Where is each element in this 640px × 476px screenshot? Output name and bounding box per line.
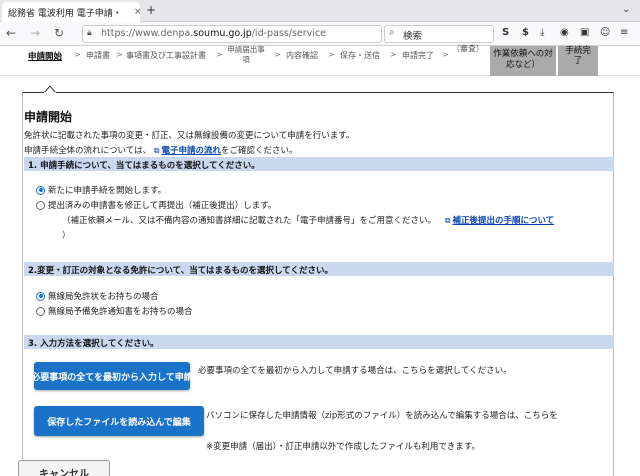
step-item: 申請書 — [86, 51, 110, 60]
radio-label: 無線局予備免許通知書をお持ちの場合 — [48, 307, 193, 317]
step-arrow: > — [390, 50, 397, 59]
new-tab-icon[interactable]: + — [146, 3, 156, 17]
radio-label: 新たに申請手続を開始します。 — [48, 186, 167, 196]
load-saved-file-note: ※変更申請（届出）・訂正申請以外で作成したファイルも利用できます。 — [206, 442, 481, 452]
step-item: 保存・送信 — [340, 51, 380, 60]
flow-suffix: をご確認ください。 — [221, 146, 298, 156]
reload-icon[interactable]: ↻ — [54, 26, 64, 40]
load-saved-file-desc: パソコンに保存した申請情報（zip形式のファイル）を読み込んで編集する場合は、こ… — [206, 411, 558, 421]
dollar-extension-icon[interactable]: $ — [522, 27, 529, 38]
frame-pointer — [44, 86, 56, 93]
step-arrow: > — [74, 50, 81, 59]
address-bar[interactable]: 🔒︎ https://www.denpa.soumu.go.jp/id-pass… — [82, 25, 382, 43]
step-arrow: > — [274, 50, 281, 59]
camera-icon[interactable]: ◉ — [560, 27, 569, 38]
search-placeholder: 検索 — [403, 31, 423, 42]
step-current: 申請開始 — [28, 52, 63, 62]
s-extension-icon[interactable]: S — [502, 27, 509, 38]
flow-text: 申請手続全体の流れについては、 ⧉ 電子申請の流れをご確認ください。 — [24, 144, 298, 156]
flow-link[interactable]: 電子申請の流れ — [162, 146, 222, 156]
tab-title: 総務省 電波利用 電子申請・ — [8, 9, 122, 19]
tab-close-icon[interactable]: × — [134, 7, 140, 17]
radio-new-application[interactable]: 新たに申請手続を開始します。 — [36, 184, 166, 196]
load-saved-file-button[interactable]: 保存したファイルを読み込んで編集 — [34, 406, 204, 436]
forward-icon[interactable]: → — [30, 26, 40, 40]
chevron-down-icon[interactable]: ⌄ — [622, 4, 630, 15]
radio-selected-icon[interactable] — [36, 291, 45, 301]
download-icon[interactable]: ⤓ — [540, 27, 544, 38]
step-item-line: 項 — [242, 55, 250, 64]
radio-selected-icon[interactable] — [36, 185, 45, 195]
input-from-scratch-desc: 必要事項の全てを最初から入力して申請する場合は、こちらを選択してください。 — [198, 366, 512, 376]
back-icon[interactable]: ← — [6, 26, 16, 40]
step-item-line: 了 — [573, 56, 583, 66]
search-input[interactable]: ⌕ 検索 — [384, 25, 494, 43]
radio-label: 無線局免許状をお持ちの場合 — [48, 292, 159, 302]
step-item-shaded: 手続完 了 — [558, 46, 598, 76]
step-item: 申請完了 — [402, 51, 434, 60]
step-arrow: > — [328, 50, 335, 59]
browser-tab[interactable]: 総務省 電波利用 電子申請・ × — [2, 2, 140, 22]
tab-strip: 総務省 電波利用 電子申請・ × + ⌄ — [0, 0, 640, 22]
radio-resubmit[interactable]: 提出済みの申請書を修正して再提出（補正後提出）します。 — [36, 199, 276, 211]
radio-unselected-icon[interactable] — [36, 306, 45, 316]
step-item: 事項書及び工事設計書 — [126, 51, 206, 60]
step-arrow: > — [116, 50, 123, 59]
section-header-3: 3. 入力方法を選択してください。 — [24, 335, 614, 349]
step-item-line: 手続完 — [565, 46, 591, 56]
radio-license[interactable]: 無線局免許状をお持ちの場合 — [36, 290, 159, 302]
url-path: /id-pass/service — [251, 28, 327, 39]
intro-text: 免許状に記載された事項の変更・訂正、又は無線設備の変更について申請を行います。 — [24, 131, 355, 141]
external-link-icon: ⧉ — [153, 146, 160, 155]
flow-prefix: 申請手続全体の流れについては、 — [24, 146, 152, 156]
url-prefix: https://www.denpa. — [101, 28, 194, 39]
note-text: （補正依頼メール、又は不備内容の通知書詳細に記載された「電子申請番号」をご用意く… — [62, 216, 437, 226]
radio-unselected-icon[interactable] — [36, 200, 45, 210]
step-item: 申請届出事 項 — [222, 45, 270, 65]
resubmit-procedure-link[interactable]: 補正後提出の手順について — [452, 216, 554, 226]
page-title: 申請開始 — [24, 110, 73, 124]
lock-icon: 🔒︎ — [87, 28, 92, 38]
external-link-icon: ⧉ — [444, 216, 451, 225]
step-arrow: > — [442, 50, 449, 59]
search-icon: ⌕ — [389, 27, 395, 38]
radio-label: 提出済みの申請書を修正して再提出（補正後提出）します。 — [48, 201, 277, 211]
step-item-shaded: 作業依頼への対応など） — [490, 46, 556, 76]
step-item: （審査） — [452, 44, 484, 53]
section-header-1: 1. 申請手続について、当てはまるものを選択してください。 — [24, 157, 614, 171]
resubmit-note: （補正依頼メール、又は不備内容の通知書詳細に記載された「電子申請番号」をご用意く… — [62, 214, 554, 226]
input-from-scratch-button[interactable]: 必要事項の全てを最初から入力して申請 — [31, 362, 193, 390]
account-icon[interactable]: ☺ — [600, 27, 610, 38]
navigation-bar: ← → ↻ 🔒︎ https://www.denpa.soumu.go.jp/i… — [0, 22, 640, 46]
cancel-button[interactable]: キャンセル — [18, 460, 110, 476]
note-close: ） — [62, 231, 71, 241]
step-item-line: 申請届出事 — [227, 45, 265, 54]
url-domain: soumu.go.jp — [193, 28, 252, 39]
section-header-2: 2.変更・訂正の対象となる免許について、当てはまるものを選択してください。 — [24, 262, 614, 276]
radio-preliminary-license[interactable]: 無線局予備免許通知書をお持ちの場合 — [36, 305, 193, 317]
library-icon[interactable]: ▣ — [580, 27, 589, 38]
step-item: 内容確認 — [286, 51, 318, 60]
menu-icon[interactable]: ≡ — [620, 27, 628, 38]
